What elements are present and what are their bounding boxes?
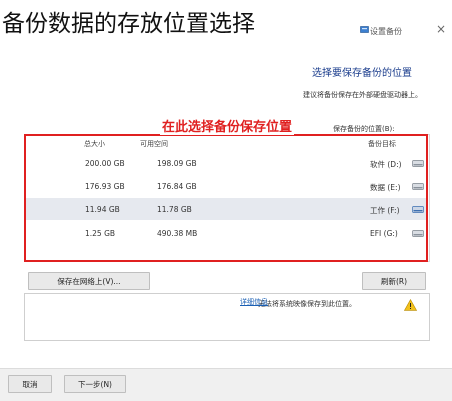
backup-icon [360,26,369,33]
page-subheading: 建议将备份保存在外部硬盘驱动器上。 [303,91,422,99]
window-title: 设置备份 [370,27,402,36]
close-icon: × [435,22,447,36]
save-on-network-button[interactable]: 保存在网络上(V)... [28,272,150,290]
annotation-label: 在此选择备份保存位置 [160,116,295,135]
next-button[interactable]: 下一步(N) [64,375,126,393]
destination-label: 保存备份的位置(B): [333,125,395,133]
warning-icon [404,299,417,311]
overlay-title: 备份数据的存放位置选择 [2,11,255,37]
refresh-button[interactable]: 刷新(R) [362,272,426,290]
details-link[interactable]: 详细信息 [240,297,268,307]
info-panel [24,293,430,341]
info-message: 无法将系统映像保存到此位置。 [258,300,356,308]
close-button[interactable]: × [434,22,448,36]
cancel-button[interactable]: 取消 [8,375,52,393]
page-heading: 选择要保存备份的位置 [312,68,412,79]
annotation-highlight-box [24,134,428,262]
